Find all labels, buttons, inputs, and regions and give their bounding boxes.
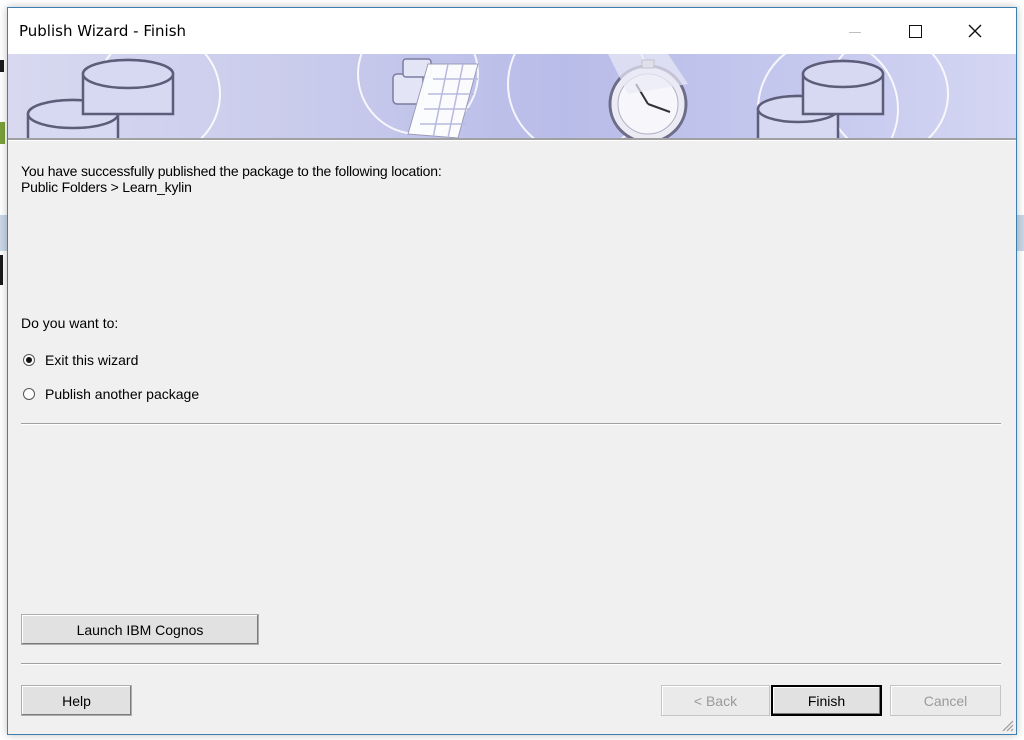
exit-wizard-label: Exit this wizard [45,352,139,368]
database-clock-illustration [26,54,949,138]
launch-cognos-button[interactable]: Launch IBM Cognos [21,614,259,645]
background-app-fragment [0,122,5,144]
back-button[interactable]: < Back [661,685,770,716]
maximize-button[interactable] [892,8,938,54]
background-app-fragment [0,255,3,285]
options-divider [21,423,1001,425]
banner-divider [8,138,1016,141]
background-app-fragment [0,60,4,72]
resize-grip-icon[interactable] [1000,718,1014,732]
publish-wizard-dialog: Publish Wizard - Finish You have success… [7,7,1017,735]
title-bar: Publish Wizard - Finish [8,8,1016,54]
minimize-icon [849,31,861,33]
maximize-icon [908,24,922,38]
close-button[interactable] [952,8,998,54]
window-title: Publish Wizard - Finish [19,22,187,40]
success-message: You have successfully published the pack… [21,163,442,179]
wizard-banner-image [8,54,1016,138]
exit-wizard-option[interactable]: Exit this wizard [23,352,138,368]
cancel-button[interactable]: Cancel [890,685,1001,716]
finish-button[interactable]: Finish [771,685,882,716]
background-app-fragment [1017,215,1024,251]
minimize-button[interactable] [832,8,878,54]
radio-selected-dot [26,357,32,363]
publish-location: Public Folders > Learn_kylin [21,179,192,195]
close-icon [968,24,982,38]
publish-another-radio[interactable] [23,388,35,400]
options-prompt: Do you want to: [21,315,119,331]
publish-another-label: Publish another package [45,386,200,402]
footer-divider [21,663,1001,665]
exit-wizard-radio[interactable] [23,354,35,366]
publish-another-option[interactable]: Publish another package [23,386,199,402]
help-button[interactable]: Help [21,685,132,716]
